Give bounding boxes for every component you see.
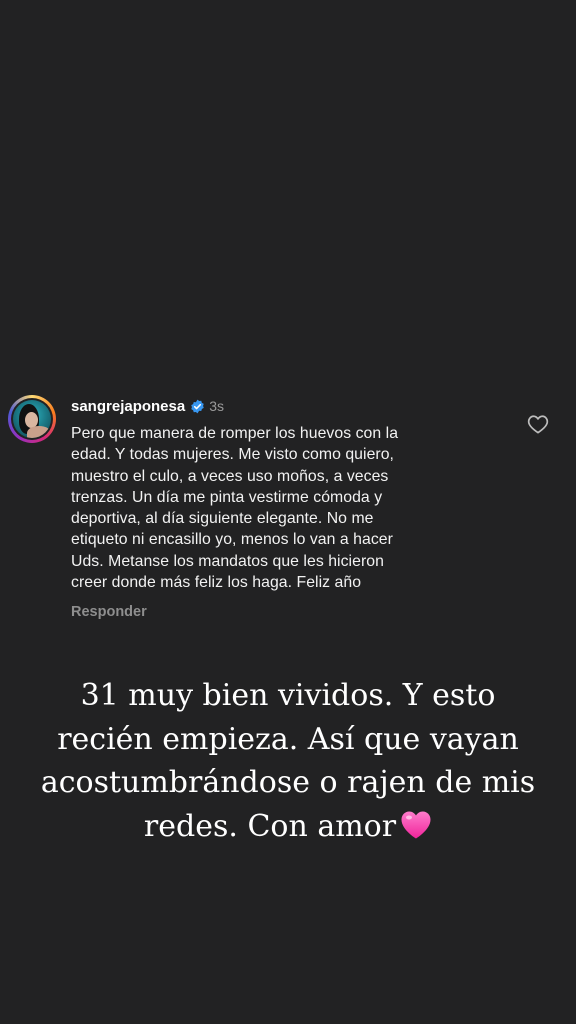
pink-heart-icon [400, 809, 432, 839]
comment-card: sangrejaponesa 3s Pero que manera de rom… [0, 388, 576, 638]
story-caption: 31 muy bien vividos. Y esto recién empie… [10, 674, 566, 848]
caption-line: recién empieza. Así que vayan [57, 721, 519, 757]
caption-line: acostumbrándose o rajen de mis [40, 765, 536, 800]
caption-line: redes. Con amor [143, 808, 397, 844]
comment-time: 3s [209, 398, 225, 414]
reply-button[interactable]: Responder [71, 604, 147, 620]
verified-badge-icon [190, 399, 205, 414]
comment-text-line: creer donde más feliz los haga. Feliz añ… [71, 574, 362, 592]
comment-header: sangrejaponesa 3s [71, 396, 224, 416]
comment-text-line: etiqueto ni encasillo yo, menos lo van a… [71, 531, 393, 549]
caption-line: 31 muy bien vividos. Y esto [80, 678, 496, 713]
comment-text: Pero que manera de romper los huevos con… [71, 423, 501, 593]
heart-outline-icon[interactable] [527, 414, 549, 434]
avatar-photo [13, 400, 51, 438]
comment-text-line: muestro el culo, a veces uso moños, a ve… [71, 467, 389, 485]
comment-text-line: Pero que manera de romper los huevos con… [71, 425, 399, 442]
comment-text-line: trenzas. Un día me pinta vestirme cómoda… [71, 488, 383, 506]
caption-last-line: redes. Con amor [10, 805, 566, 849]
comment-text-line: edad. Y todas mujeres. Me visto como qui… [71, 446, 394, 464]
avatar-ring-gap [11, 398, 53, 440]
avatar[interactable] [8, 395, 56, 443]
comment-text-line: deportiva, al día siguiente elegante. No… [71, 510, 374, 528]
username[interactable]: sangrejaponesa [71, 398, 185, 415]
comment-text-line: Uds. Metanse los mandatos que les hicier… [71, 552, 384, 570]
